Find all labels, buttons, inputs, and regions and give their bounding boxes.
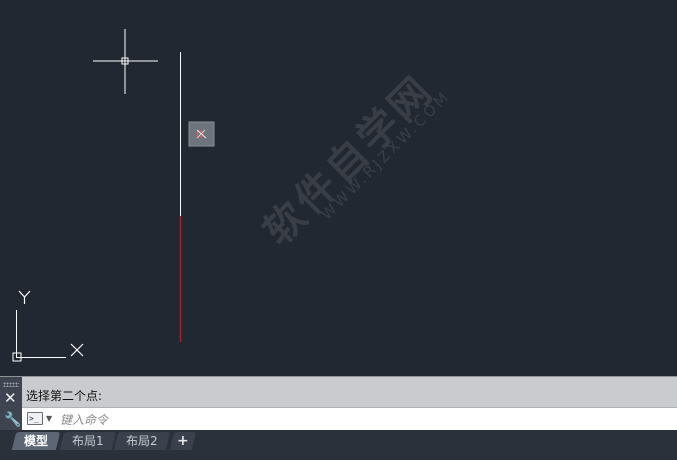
ucs-y-label [18, 290, 31, 304]
command-line-panel: ✕ 🔧 选择第二个点: >_ ▼ [0, 376, 677, 431]
command-line-handle[interactable]: ✕ 🔧 [0, 377, 22, 431]
tab-layout1-label: 布局1 [72, 434, 104, 448]
ucs-x-label [70, 343, 84, 357]
plus-icon: + [177, 433, 189, 449]
drawing-canvas[interactable]: 软件自学网 WWW.RJZXW.COM [0, 0, 677, 376]
command-prompt-icon[interactable]: >_ [27, 412, 43, 425]
tab-layout2-label: 布局2 [126, 434, 158, 448]
command-input-row[interactable]: >_ ▼ [22, 407, 677, 431]
command-input[interactable] [58, 411, 662, 429]
close-icon[interactable]: ✕ [4, 390, 17, 406]
tab-layout2[interactable]: 布局2 [113, 432, 170, 450]
crosshair-cursor-icon [93, 29, 158, 94]
add-layout-button[interactable]: + [169, 432, 197, 450]
tab-layout1[interactable]: 布局1 [59, 432, 116, 450]
command-history-text: 选择第二个点: [26, 389, 103, 403]
chevron-down-icon[interactable]: ▼ [46, 414, 52, 423]
snap-marker-icon [188, 121, 215, 147]
wrench-icon[interactable]: 🔧 [4, 412, 21, 428]
grip-icon[interactable] [3, 382, 19, 387]
tab-model-label: 模型 [24, 434, 49, 448]
layout-tab-bar: 模型 布局1 布局2 + [0, 430, 677, 460]
tab-model[interactable]: 模型 [11, 432, 61, 450]
ucs-icon [12, 310, 66, 362]
